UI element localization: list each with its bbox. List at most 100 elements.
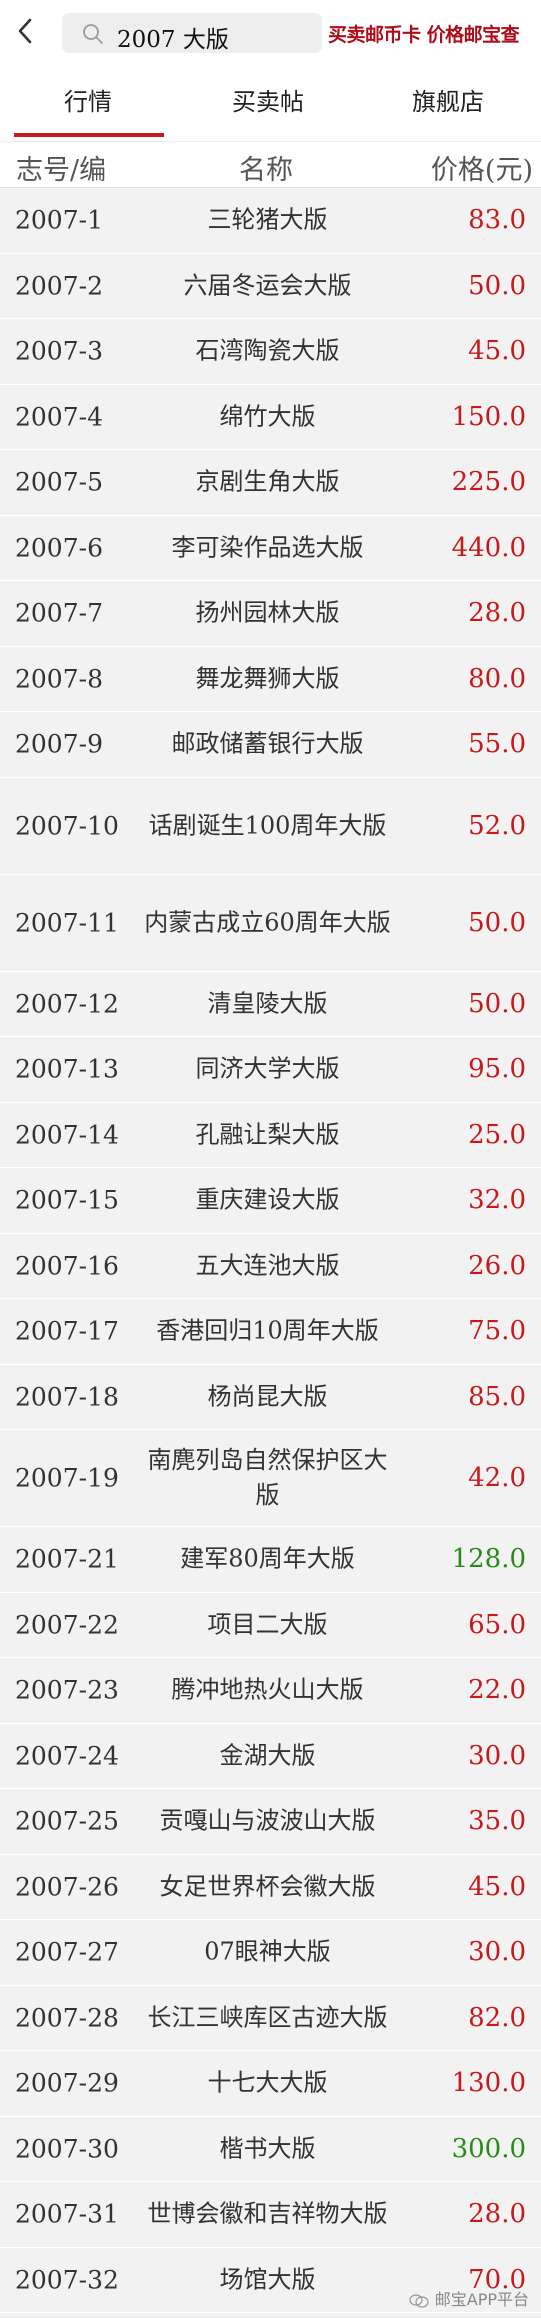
row-name: 清皇陵大版	[207, 989, 328, 1018]
table-row[interactable]: 2007-26 女足世界杯会徽大版 45.0	[0, 1854, 541, 1920]
column-header-code: 志号/编	[16, 155, 107, 186]
table-row[interactable]: 2007-10 话剧诞生100周年大版 52.0	[0, 777, 541, 875]
row-name: 邮政储蓄银行大版	[171, 729, 364, 758]
table-row[interactable]: 2007-3 石湾陶瓷大版 45.0	[0, 319, 541, 385]
table-row[interactable]: 2007-15 重庆建设大版 32.0	[0, 1168, 541, 1234]
row-name: 舞龙舞狮大版	[195, 664, 340, 693]
wechat-icon	[409, 2293, 429, 2308]
row-name: 楷书大版	[219, 2134, 316, 2163]
table-row[interactable]: 2007-23 腾冲地热火山大版 22.0	[0, 1658, 541, 1724]
row-price: 28.0	[468, 598, 526, 629]
column-header-name: 名称	[239, 155, 293, 186]
row-price: 75.0	[468, 1316, 526, 1347]
row-price: 95.0	[468, 1054, 526, 1085]
column-header-price: 价格(元)	[430, 155, 533, 186]
row-price: 26.0	[468, 1250, 526, 1281]
table-row[interactable]: 2007-1 三轮猪大版 83.0	[0, 188, 541, 254]
tab-trade-posts[interactable]: 买卖帖	[232, 82, 304, 117]
row-name: 贡嘎山与波波山大版	[159, 1806, 376, 1835]
table-row[interactable]: 2007-29 十七大大版 130.0	[0, 2051, 541, 2117]
row-price: 80.0	[468, 663, 526, 694]
back-button[interactable]	[12, 16, 40, 46]
row-price: 50.0	[468, 270, 526, 301]
row-code: 2007-1	[15, 205, 103, 235]
row-price: 82.0	[468, 2002, 526, 2033]
row-price: 300.0	[451, 2133, 526, 2164]
table-row[interactable]: 2007-7 扬州园林大版 28.0	[0, 581, 541, 647]
row-code: 2007-10	[15, 811, 119, 840]
price-table: 2007-1 三轮猪大版 83.0 2007-2 六届冬运会大版 50.0 2007-3 石湾…	[0, 188, 541, 2313]
row-code: 2007-7	[15, 598, 103, 628]
row-name: 孔融让梨大版	[195, 1120, 340, 1149]
table-row[interactable]: 2007-14 孔融让梨大版 25.0	[0, 1102, 541, 1168]
row-price: 30.0	[468, 1740, 526, 1771]
table-row[interactable]: 2007-24 金湖大版 30.0	[0, 1723, 541, 1789]
table-row[interactable]: 2007-22 项目二大版 65.0	[0, 1592, 541, 1658]
row-code: 2007-16	[15, 1251, 119, 1281]
row-code: 2007-28	[15, 2003, 119, 2033]
row-name: 腾冲地热火山大版	[171, 1675, 364, 1704]
row-price: 28.0	[468, 2199, 526, 2230]
row-price: 55.0	[468, 729, 526, 760]
table-row[interactable]: 2007-28 长江三峡库区古迹大版 82.0	[0, 1985, 541, 2051]
row-name: 重庆建设大版	[195, 1185, 340, 1214]
row-price: 35.0	[468, 1806, 526, 1837]
row-code: 2007-18	[15, 1382, 119, 1412]
search-query: 2007 大版	[117, 27, 229, 53]
row-name: 五大连池大版	[195, 1251, 340, 1280]
row-name: 话剧诞生100周年大版	[148, 811, 387, 839]
tab-market[interactable]: 行情	[64, 82, 112, 117]
row-name: 内蒙古成立60周年大版	[144, 908, 391, 936]
row-name: 三轮猪大版	[207, 205, 328, 234]
table-header: 志号/编 名称 价格(元)	[0, 142, 541, 188]
row-code: 2007-29	[15, 2068, 119, 2098]
table-row[interactable]: 2007-25 贡嘎山与波波山大版 35.0	[0, 1789, 541, 1855]
table-row[interactable]: 2007-19 南麂列岛自然保护区大版 42.0	[0, 1430, 541, 1527]
table-row[interactable]: 2007-16 五大连池大版 26.0	[0, 1233, 541, 1299]
row-name: 京剧生角大版	[195, 467, 340, 496]
row-name: 场馆大版	[219, 2265, 316, 2294]
tab-flagship-store[interactable]: 旗舰店	[412, 82, 484, 117]
row-code: 2007-26	[15, 1872, 119, 1902]
row-name: 十七大大版	[207, 2068, 328, 2097]
table-row[interactable]: 2007-21 建军80周年大版 128.0	[0, 1527, 541, 1593]
table-row[interactable]: 2007-8 舞龙舞狮大版 80.0	[0, 646, 541, 712]
row-code: 2007-2	[15, 271, 103, 301]
top-bar: 2007 大版 买卖邮币卡 价格邮宝查	[0, 0, 541, 62]
row-price: 85.0	[468, 1381, 526, 1412]
row-code: 2007-15	[15, 1185, 119, 1215]
row-code: 2007-4	[15, 402, 103, 432]
table-row[interactable]: 2007-11 内蒙古成立60周年大版 50.0	[0, 874, 541, 972]
table-row[interactable]: 2007-27 07眼神大版 30.0	[0, 1920, 541, 1986]
row-code: 2007-14	[15, 1120, 119, 1150]
table-row[interactable]: 2007-4 绵竹大版 150.0	[0, 384, 541, 450]
table-row[interactable]: 2007-31 世博会徽和吉祥物大版 28.0	[0, 2182, 541, 2248]
row-price: 42.0	[468, 1463, 526, 1493]
row-name: 六届冬运会大版	[183, 271, 352, 300]
table-row[interactable]: 2007-17 香港回归10周年大版 75.0	[0, 1299, 541, 1365]
row-code: 2007-11	[15, 908, 119, 937]
row-code: 2007-8	[15, 664, 103, 694]
table-row[interactable]: 2007-9 邮政储蓄银行大版 55.0	[0, 712, 541, 778]
row-code: 2007-24	[15, 1741, 119, 1771]
table-row[interactable]: 2007-5 京剧生角大版 225.0	[0, 450, 541, 516]
row-code: 2007-9	[15, 729, 103, 759]
row-code: 2007-27	[15, 1937, 119, 1967]
row-price: 25.0	[468, 1119, 526, 1150]
table-row[interactable]: 2007-30 楷书大版 300.0	[0, 2116, 541, 2182]
table-row[interactable]: 2007-12 清皇陵大版 50.0	[0, 971, 541, 1037]
table-row[interactable]: 2007-13 同济大学大版 95.0	[0, 1037, 541, 1103]
table-row[interactable]: 2007-18 杨尚昆大版 85.0	[0, 1364, 541, 1430]
search-input[interactable]: 2007 大版	[62, 13, 322, 53]
row-code: 2007-5	[15, 467, 103, 497]
row-name: 石湾陶瓷大版	[195, 336, 340, 365]
table-row[interactable]: 2007-6 李可染作品选大版 440.0	[0, 515, 541, 581]
row-code: 2007-3	[15, 336, 103, 366]
row-price: 50.0	[468, 988, 526, 1019]
row-price: 83.0	[468, 205, 526, 236]
tab-bar: 行情 买卖帖 旗舰店	[0, 62, 541, 142]
row-price: 22.0	[468, 1675, 526, 1706]
table-row[interactable]: 2007-2 六届冬运会大版 50.0	[0, 253, 541, 319]
row-price: 150.0	[451, 401, 526, 432]
row-name: 李可染作品选大版	[171, 533, 364, 562]
